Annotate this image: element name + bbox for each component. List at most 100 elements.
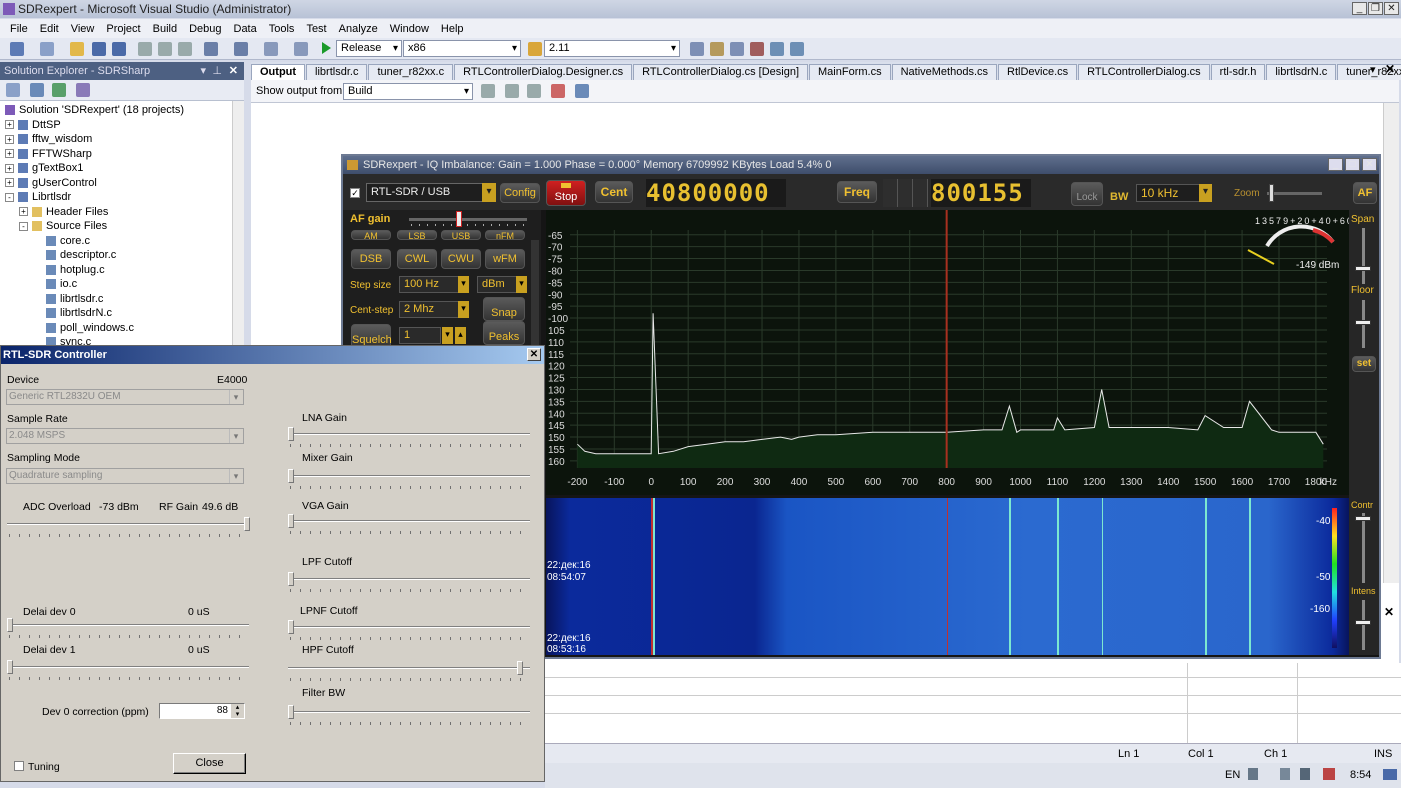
find-combo[interactable]: 2.11: [544, 40, 680, 57]
af-button[interactable]: AF: [1353, 182, 1377, 204]
lpf-cutoff-track[interactable]: [288, 578, 530, 580]
add-item-icon[interactable]: [40, 42, 54, 56]
menu-test[interactable]: Test: [300, 23, 332, 35]
copy-icon[interactable]: [158, 42, 172, 56]
menu-tools[interactable]: Tools: [263, 23, 301, 35]
cent-step-select[interactable]: 2 Mhz: [399, 301, 459, 318]
close-icon[interactable]: ✕: [1384, 2, 1399, 15]
menu-window[interactable]: Window: [384, 23, 435, 35]
cent-button[interactable]: Cent: [595, 181, 633, 203]
expand-icon[interactable]: +: [5, 178, 14, 188]
object-browser-icon[interactable]: [730, 42, 744, 56]
class-diagram-icon[interactable]: [76, 83, 90, 97]
intensity-thumb[interactable]: [1355, 620, 1371, 625]
pin-icon[interactable]: ⊥: [212, 62, 222, 80]
tree-item[interactable]: librtlsdr.c: [33, 292, 103, 306]
menu-edit[interactable]: Edit: [34, 23, 65, 35]
spinner-arrows-icon[interactable]: ▴ ▾: [231, 704, 244, 718]
find-message-icon[interactable]: [481, 84, 495, 98]
mixer-gain-thumb[interactable]: [288, 469, 294, 483]
menu-help[interactable]: Help: [435, 23, 470, 35]
start-page-icon[interactable]: [790, 42, 804, 56]
save-icon[interactable]: [92, 42, 106, 56]
hpf-cutoff-thumb[interactable]: [517, 661, 523, 675]
expand-icon[interactable]: +: [5, 134, 14, 144]
previous-message-icon[interactable]: [505, 84, 519, 98]
lna-gain-track[interactable]: [288, 433, 530, 435]
zoom-slider[interactable]: [1267, 192, 1322, 195]
minimize-icon[interactable]: _: [1352, 2, 1367, 15]
collapse-icon[interactable]: -: [19, 221, 28, 231]
config-button[interactable]: Config: [500, 183, 540, 203]
tree-item[interactable]: + Header Files: [19, 205, 108, 219]
vga-gain-track[interactable]: [288, 520, 530, 522]
language-indicator[interactable]: EN: [1225, 769, 1240, 781]
chevron-down-icon[interactable]: ▾: [442, 327, 453, 344]
tuning-checkbox[interactable]: [14, 761, 24, 771]
tab-nativemethods[interactable]: NativeMethods.cs: [891, 64, 998, 80]
chevron-down-icon[interactable]: ▾: [458, 301, 469, 318]
tab-librtlsdrn-c[interactable]: librtlsdrN.c: [1266, 64, 1337, 80]
tree-item[interactable]: + gUserControl: [5, 176, 97, 190]
rf-gain-thumb[interactable]: [244, 517, 250, 531]
chevron-down-icon[interactable]: ▾: [516, 276, 527, 293]
expand-icon[interactable]: +: [5, 120, 14, 130]
volume-icon[interactable]: [1323, 768, 1335, 780]
delai-dev0-track[interactable]: [7, 624, 249, 626]
config-select[interactable]: Release: [336, 40, 402, 57]
sample-rate-select[interactable]: 2.048 MSPS: [6, 428, 244, 444]
save-all-icon[interactable]: [112, 42, 126, 56]
mode-lsb[interactable]: LSB: [397, 230, 437, 240]
close-panel-icon[interactable]: ✕: [1384, 605, 1394, 619]
hpf-cutoff-track[interactable]: [288, 667, 530, 669]
navigate-back-icon[interactable]: [264, 42, 278, 56]
mode-wfm[interactable]: wFM: [485, 249, 525, 269]
chevron-down-icon[interactable]: ▾: [458, 276, 469, 293]
af-gain-slider[interactable]: [409, 218, 527, 221]
start-debug-icon[interactable]: [322, 42, 331, 54]
tab-rtlcontrollerdialog-design[interactable]: RTLControllerDialog.cs [Design]: [633, 64, 809, 80]
contrast-thumb[interactable]: [1355, 516, 1371, 521]
lock-button[interactable]: Lock: [1071, 182, 1103, 206]
menu-debug[interactable]: Debug: [183, 23, 227, 35]
vga-gain-thumb[interactable]: [288, 514, 294, 528]
tab-mainform[interactable]: MainForm.cs: [809, 64, 891, 80]
filter-bw-thumb[interactable]: [288, 705, 294, 719]
tab-rtl-sdr-h[interactable]: rtl-sdr.h: [1210, 64, 1266, 80]
menu-project[interactable]: Project: [100, 23, 146, 35]
peaks-button[interactable]: Peaks: [483, 321, 525, 345]
close-icon[interactable]: ✕: [527, 348, 541, 361]
contrast-slider[interactable]: [1362, 513, 1365, 583]
floor-thumb[interactable]: [1355, 320, 1371, 325]
tab-rtlcontrollerdialog[interactable]: RTLControllerDialog.cs: [1078, 64, 1210, 80]
chevron-down-icon[interactable]: ▾: [1199, 184, 1212, 202]
tray-icon-a[interactable]: [1248, 768, 1258, 780]
tree-item[interactable]: + FFTWSharp: [5, 147, 92, 161]
output-source-select[interactable]: Build: [343, 83, 473, 100]
properties-icon[interactable]: [710, 42, 724, 56]
refresh-icon[interactable]: [52, 83, 66, 97]
intensity-slider[interactable]: [1362, 600, 1365, 650]
mode-usb[interactable]: USB: [441, 230, 481, 240]
freq-button[interactable]: Freq: [837, 181, 877, 203]
tab-output[interactable]: Output: [251, 64, 306, 80]
new-project-icon[interactable]: [10, 42, 24, 56]
source-select[interactable]: RTL-SDR / USB: [366, 183, 483, 202]
lpnf-cutoff-thumb[interactable]: [288, 620, 294, 634]
tree-item[interactable]: core.c: [33, 234, 90, 248]
dropdown-icon[interactable]: ▾: [200, 62, 206, 80]
delai-dev1-track[interactable]: [7, 666, 249, 668]
chevron-down-icon[interactable]: ▾: [482, 183, 496, 202]
span-thumb[interactable]: [1355, 266, 1371, 271]
navigate-forward-icon[interactable]: [294, 42, 308, 56]
solution-tree-scrollbar[interactable]: [232, 101, 244, 346]
mode-cwu[interactable]: CWU: [441, 249, 481, 269]
tuned-frequency-display[interactable]: 800155: [931, 179, 1031, 207]
tab-rtldevice[interactable]: RtlDevice.cs: [998, 64, 1078, 80]
tree-item[interactable]: poll_windows.c: [33, 321, 134, 335]
side-panel-scrollbar[interactable]: [531, 240, 539, 345]
lpf-cutoff-thumb[interactable]: [288, 572, 294, 586]
menu-view[interactable]: View: [65, 23, 101, 35]
find-in-files-icon[interactable]: [528, 42, 542, 56]
zoom-slider-thumb[interactable]: [1269, 184, 1274, 202]
